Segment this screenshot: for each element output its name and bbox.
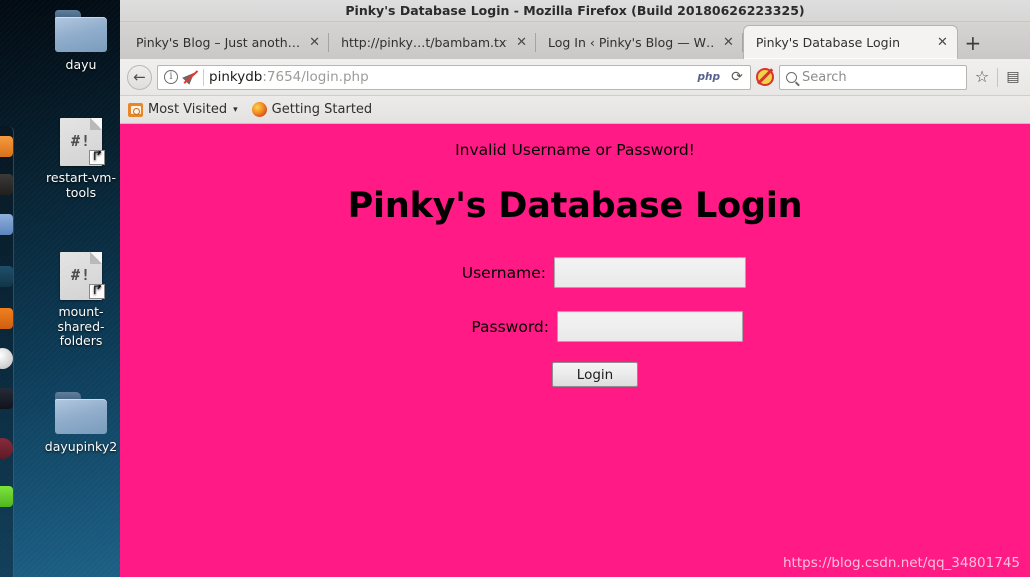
tab-label: http://pinky…t/bambam.txt [341, 35, 508, 50]
url-divider [203, 68, 204, 86]
login-form: Username: Password: Login [120, 257, 1030, 387]
bookmark-most-visited[interactable]: Most Visited ▾ [128, 102, 238, 117]
close-icon[interactable]: ✕ [937, 36, 948, 49]
script-file-icon: #! [60, 252, 105, 300]
most-visited-folder-icon [128, 102, 143, 117]
tab-pinkys-database-login[interactable]: Pinky's Database Login ✕ [742, 25, 958, 59]
navigation-toolbar: ← i pinkydb:7654/login.php php ⟳ Search … [120, 59, 1030, 96]
tab-pinkys-blog[interactable]: Pinky's Blog – Just anoth… ✕ [124, 26, 330, 59]
username-label: Username: [461, 263, 546, 282]
close-icon[interactable]: ✕ [309, 36, 320, 49]
desktop-icon-label: mount-shared-folders [57, 304, 105, 348]
back-button[interactable]: ← [127, 64, 152, 90]
tab-strip: Pinky's Blog – Just anoth… ✕ http://pink… [120, 22, 1030, 59]
password-label: Password: [471, 317, 549, 336]
url-host: pinkydb [209, 69, 263, 85]
desktop-icon-dayu[interactable]: dayu [37, 10, 120, 73]
close-icon[interactable]: ✕ [516, 36, 527, 49]
bookmark-getting-started[interactable]: Getting Started [251, 102, 373, 117]
toolbar-divider [997, 67, 998, 87]
close-icon[interactable]: ✕ [723, 36, 734, 49]
desktop-background: dayu #! restart-vm-tools #! mount-shared… [0, 0, 120, 577]
search-icon [786, 71, 797, 83]
symlink-badge-icon [89, 150, 105, 165]
password-input[interactable] [557, 311, 743, 342]
launcher-icon-1[interactable] [0, 136, 13, 157]
window-titlebar: Pinky's Database Login - Mozilla Firefox… [120, 0, 1030, 22]
desktop-icon-dayupinky2[interactable]: dayupinky2 [37, 392, 120, 455]
reader-list-icon[interactable]: ▤ [1003, 70, 1023, 84]
desktop-icon-label: dayu [65, 57, 97, 72]
url-bar[interactable]: i pinkydb:7654/login.php php ⟳ [157, 64, 751, 90]
bookmark-label: Getting Started [271, 102, 373, 117]
folder-icon [55, 10, 107, 52]
username-row: Username: [120, 257, 1030, 288]
window-title: Pinky's Database Login - Mozilla Firefox… [345, 3, 805, 18]
firefox-window: Pinky's Database Login - Mozilla Firefox… [120, 0, 1030, 577]
symlink-badge-icon [89, 284, 105, 299]
search-placeholder: Search [802, 69, 847, 85]
bookmark-label: Most Visited [148, 102, 228, 117]
url-path: :7654/login.php [262, 69, 369, 85]
desktop-icon-mount-shared-folders[interactable]: #! mount-shared-folders [37, 252, 120, 349]
chevron-down-icon: ▾ [233, 104, 238, 115]
page-title: Pinky's Database Login [347, 186, 803, 226]
reload-icon[interactable]: ⟳ [728, 70, 746, 84]
page-info-icon[interactable]: i [164, 70, 178, 84]
page-content: Invalid Username or Password! Pinky's Da… [120, 124, 1030, 577]
launcher-icon-6[interactable] [0, 348, 13, 369]
shebang-glyph: #! [70, 132, 92, 150]
folder-icon [55, 392, 107, 434]
desktop-icon-label: dayupinky2 [44, 439, 118, 454]
php-badge: php [697, 71, 720, 83]
desktop-icon-restart-vm-tools[interactable]: #! restart-vm-tools [37, 118, 120, 200]
new-tab-button[interactable]: + [958, 26, 988, 59]
bookmarks-toolbar: Most Visited ▾ Getting Started [120, 96, 1030, 124]
search-input[interactable]: Search [779, 64, 967, 90]
shebang-glyph: #! [70, 266, 92, 284]
login-button[interactable]: Login [552, 362, 638, 387]
password-row: Password: [120, 311, 1030, 342]
launcher-icon-5[interactable] [0, 308, 13, 329]
error-message: Invalid Username or Password! [455, 141, 695, 159]
launcher-icon-2[interactable] [0, 174, 13, 195]
launcher-icon-8[interactable] [0, 438, 13, 459]
firefox-icon [251, 102, 267, 117]
launcher-icon-3[interactable] [0, 214, 13, 235]
watermark: https://blog.csdn.net/qq_34801745 [782, 555, 1020, 571]
tab-label: Pinky's Database Login [755, 35, 900, 50]
desktop-icon-label: restart-vm-tools [46, 170, 116, 200]
noscript-icon[interactable] [756, 68, 774, 86]
permissions-blocked-icon[interactable] [182, 68, 199, 85]
launcher-icon-7[interactable] [0, 388, 13, 409]
bookmark-star-icon[interactable]: ☆ [972, 69, 992, 85]
tab-log-in-pinkys-blog[interactable]: Log In ‹ Pinky's Blog — W… ✕ [536, 26, 743, 59]
button-row: Login [120, 362, 1030, 387]
screen: dayu #! restart-vm-tools #! mount-shared… [0, 0, 1030, 577]
url-text: pinkydb:7654/login.php [209, 69, 692, 85]
launcher-icon-9[interactable] [0, 486, 13, 507]
script-file-icon: #! [60, 118, 105, 166]
tab-label: Pinky's Blog – Just anoth… [136, 35, 301, 50]
tab-bambam-txt[interactable]: http://pinky…t/bambam.txt ✕ [329, 26, 536, 59]
username-input[interactable] [554, 257, 746, 288]
unity-launcher[interactable] [0, 126, 14, 577]
tab-label: Log In ‹ Pinky's Blog — W… [547, 35, 714, 50]
launcher-icon-4[interactable] [0, 266, 13, 287]
